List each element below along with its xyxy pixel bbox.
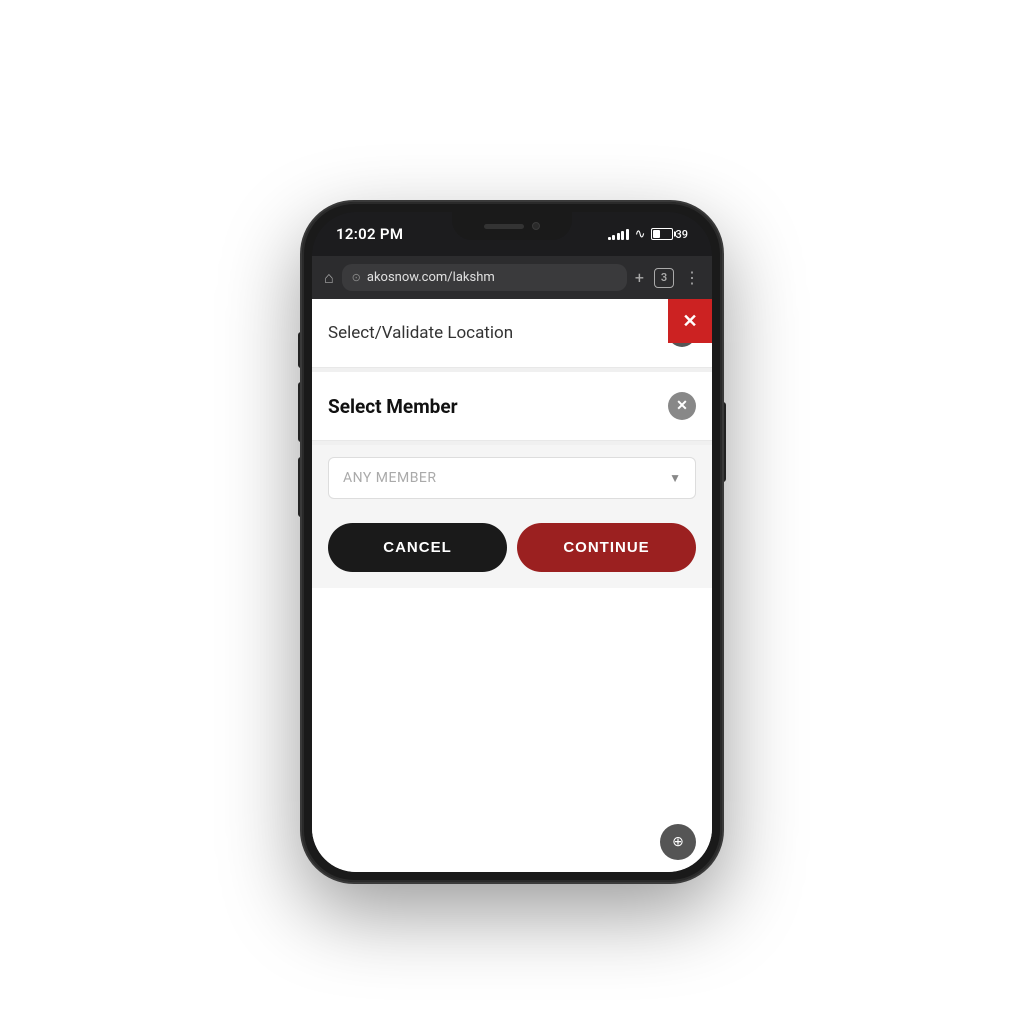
member-section[interactable]: Select Member ✕ bbox=[312, 372, 712, 441]
signal-bar-3 bbox=[617, 233, 620, 240]
signal-bar-2 bbox=[612, 235, 615, 240]
close-icon: ✕ bbox=[682, 311, 697, 332]
home-icon[interactable]: ⌂ bbox=[324, 268, 334, 288]
member-close-icon[interactable]: ✕ bbox=[668, 392, 696, 420]
web-content-area: ✕ Select/Validate Location + Select Memb… bbox=[312, 299, 712, 872]
close-button[interactable]: ✕ bbox=[668, 299, 712, 343]
member-dropdown[interactable]: ANY MEMBER ▼ bbox=[328, 457, 696, 499]
location-section-title: Select/Validate Location bbox=[328, 323, 513, 343]
phone-screen: 12:02 PM ∿ 39 bbox=[312, 212, 712, 872]
continue-button[interactable]: CONTINUE bbox=[517, 523, 696, 572]
cancel-button[interactable]: CANCEL bbox=[328, 523, 507, 572]
battery-indicator: 39 bbox=[651, 228, 688, 241]
url-text: akosnow.com/lakshm bbox=[367, 270, 617, 285]
notch-speaker bbox=[484, 224, 524, 229]
signal-bar-4 bbox=[621, 231, 624, 240]
browser-menu-icon[interactable]: ⋮ bbox=[684, 268, 700, 287]
battery-fill bbox=[653, 230, 660, 238]
dropdown-arrow-icon: ▼ bbox=[669, 471, 681, 485]
signal-bars-icon bbox=[608, 228, 629, 240]
phone-frame: 12:02 PM ∿ 39 bbox=[302, 202, 722, 882]
status-time: 12:02 PM bbox=[336, 225, 403, 243]
signal-bar-5 bbox=[626, 229, 629, 240]
browser-actions: + 3 ⋮ bbox=[635, 268, 700, 288]
bottom-action-icon: ⊕ bbox=[660, 824, 696, 860]
url-bar[interactable]: ⊙ akosnow.com/lakshm bbox=[342, 264, 627, 291]
location-section[interactable]: Select/Validate Location + bbox=[312, 299, 712, 368]
phone-device: 12:02 PM ∿ 39 bbox=[302, 202, 722, 882]
power-button bbox=[722, 402, 726, 482]
member-dropdown-section: ANY MEMBER ▼ bbox=[312, 445, 712, 511]
wifi-icon: ∿ bbox=[635, 227, 646, 242]
notch-camera bbox=[532, 222, 540, 230]
status-icons: ∿ 39 bbox=[608, 227, 688, 242]
action-buttons-row: CANCEL CONTINUE bbox=[312, 511, 712, 588]
url-security-icon: ⊙ bbox=[352, 271, 361, 284]
bottom-content-area: ⊕ bbox=[312, 588, 712, 872]
dropdown-placeholder-text: ANY MEMBER bbox=[343, 470, 437, 486]
add-tab-icon[interactable]: + bbox=[635, 268, 644, 287]
tabs-count-button[interactable]: 3 bbox=[654, 268, 674, 288]
browser-toolbar: ⌂ ⊙ akosnow.com/lakshm + 3 ⋮ bbox=[312, 256, 712, 299]
member-section-title: Select Member bbox=[328, 395, 458, 418]
battery-level: 39 bbox=[675, 228, 688, 241]
signal-bar-1 bbox=[608, 237, 611, 240]
battery-box bbox=[651, 228, 673, 240]
phone-notch bbox=[452, 212, 572, 240]
